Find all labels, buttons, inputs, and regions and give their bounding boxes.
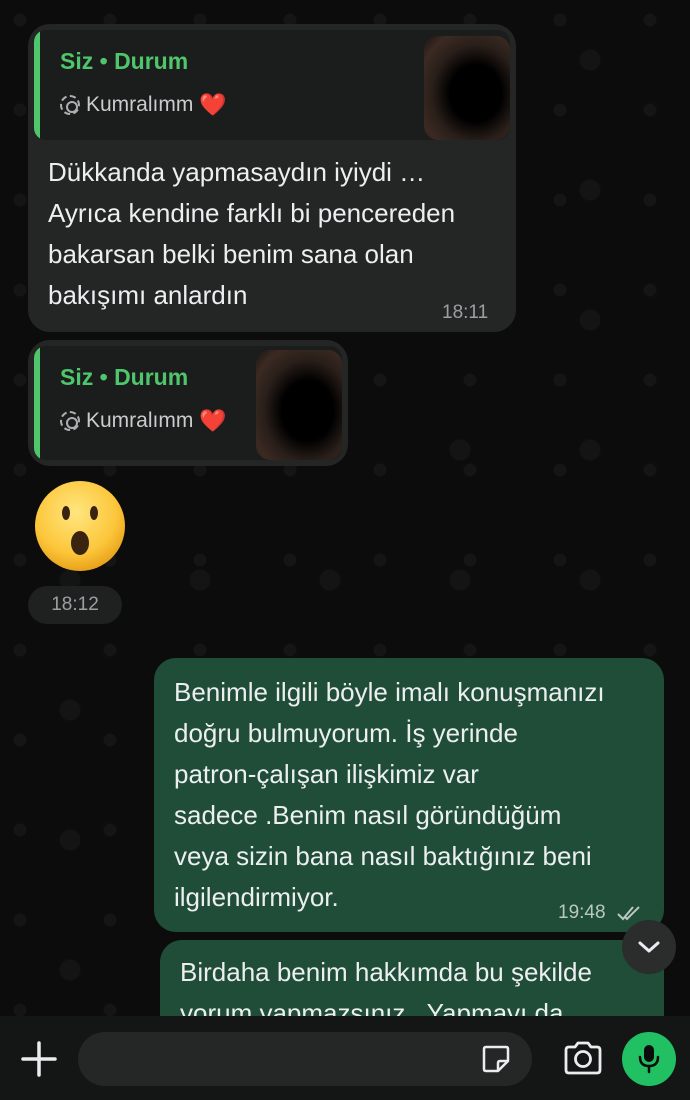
reply-contact-name: Kumralımm xyxy=(86,409,194,432)
message-line: doğru bulmuyorum. İş yerinde xyxy=(174,718,518,748)
outgoing-message[interactable]: Birdaha benim hakkımda bu şekilde yorum … xyxy=(160,940,664,1016)
message-time: 19:48 xyxy=(558,902,606,923)
incoming-message[interactable]: Siz • Durum Kumralımm ❤️ xyxy=(28,340,348,466)
message-time: 18:11 xyxy=(442,302,489,323)
microphone-button[interactable] xyxy=(622,1032,676,1086)
microphone-icon xyxy=(638,1045,660,1074)
message-text: Benimle ilgili böyle imalı konuşmanızı d… xyxy=(174,672,605,918)
message-line: Benimle ilgili böyle imalı konuşmanızı xyxy=(174,677,605,707)
status-reply-quote[interactable]: Siz • Durum Kumralımm ❤️ xyxy=(34,346,342,460)
camera-icon[interactable] xyxy=(562,1040,604,1076)
message-line: Birdaha benim hakkımda bu şekilde xyxy=(180,957,592,987)
reply-subtitle: Kumralımm ❤️ xyxy=(60,92,227,118)
read-receipt-icon xyxy=(617,906,640,921)
incoming-message[interactable]: Siz • Durum Kumralımm ❤️ Dükkanda yapmas… xyxy=(28,24,516,332)
message-line: veya sizin bana nasıl baktığınız beni xyxy=(174,841,592,871)
message-line: Dükkanda yapmasaydın iyiydi … xyxy=(48,157,426,187)
message-time: 18:12 xyxy=(28,586,122,624)
reply-contact-name: Kumralımm xyxy=(86,93,194,116)
reply-author: Siz • Durum xyxy=(60,48,189,74)
composer-bar xyxy=(0,1016,690,1100)
message-line: Ayrıca kendine farklı bi pencereden xyxy=(48,198,456,228)
heart-icon: ❤️ xyxy=(199,408,227,433)
heart-icon: ❤️ xyxy=(199,92,227,117)
plus-icon[interactable] xyxy=(18,1038,60,1080)
chevron-down-icon xyxy=(638,941,660,953)
message-text: Birdaha benim hakkımda bu şekilde yorum … xyxy=(180,952,592,1016)
message-text: Dükkanda yapmasaydın iyiydi … Ayrıca ken… xyxy=(48,152,455,316)
reply-accent-bar xyxy=(34,346,40,460)
message-input[interactable] xyxy=(98,1032,478,1086)
outgoing-message[interactable]: Benimle ilgili böyle imalı konuşmanızı d… xyxy=(154,658,664,932)
message-input-container[interactable] xyxy=(78,1032,532,1086)
sticker-icon[interactable] xyxy=(480,1043,512,1075)
message-line: yorum yapmazsınız . Yapmayı da xyxy=(180,998,564,1016)
message-line: ilgilendirmiyor. xyxy=(174,882,339,912)
status-thumbnail xyxy=(256,350,342,460)
status-icon xyxy=(60,411,80,431)
status-reply-quote[interactable]: Siz • Durum Kumralımm ❤️ xyxy=(34,30,510,140)
reply-author: Siz • Durum xyxy=(60,364,189,390)
reply-accent-bar xyxy=(34,30,40,140)
status-icon xyxy=(60,95,80,115)
message-line: sadece .Benim nasıl göründüğüm xyxy=(174,800,562,830)
scroll-to-bottom-button[interactable] xyxy=(622,920,676,974)
message-line: bakarsan belki benim sana olan xyxy=(48,239,414,269)
reply-subtitle: Kumralımm ❤️ xyxy=(60,408,227,434)
message-line: bakışımı anlardın xyxy=(48,280,248,310)
status-thumbnail xyxy=(424,36,510,140)
message-line: patron-çalışan ilişkimiz var xyxy=(174,759,479,789)
astonished-face-icon xyxy=(35,481,125,571)
chat-area[interactable]: Siz • Durum Kumralımm ❤️ Dükkanda yapmas… xyxy=(0,0,690,1016)
